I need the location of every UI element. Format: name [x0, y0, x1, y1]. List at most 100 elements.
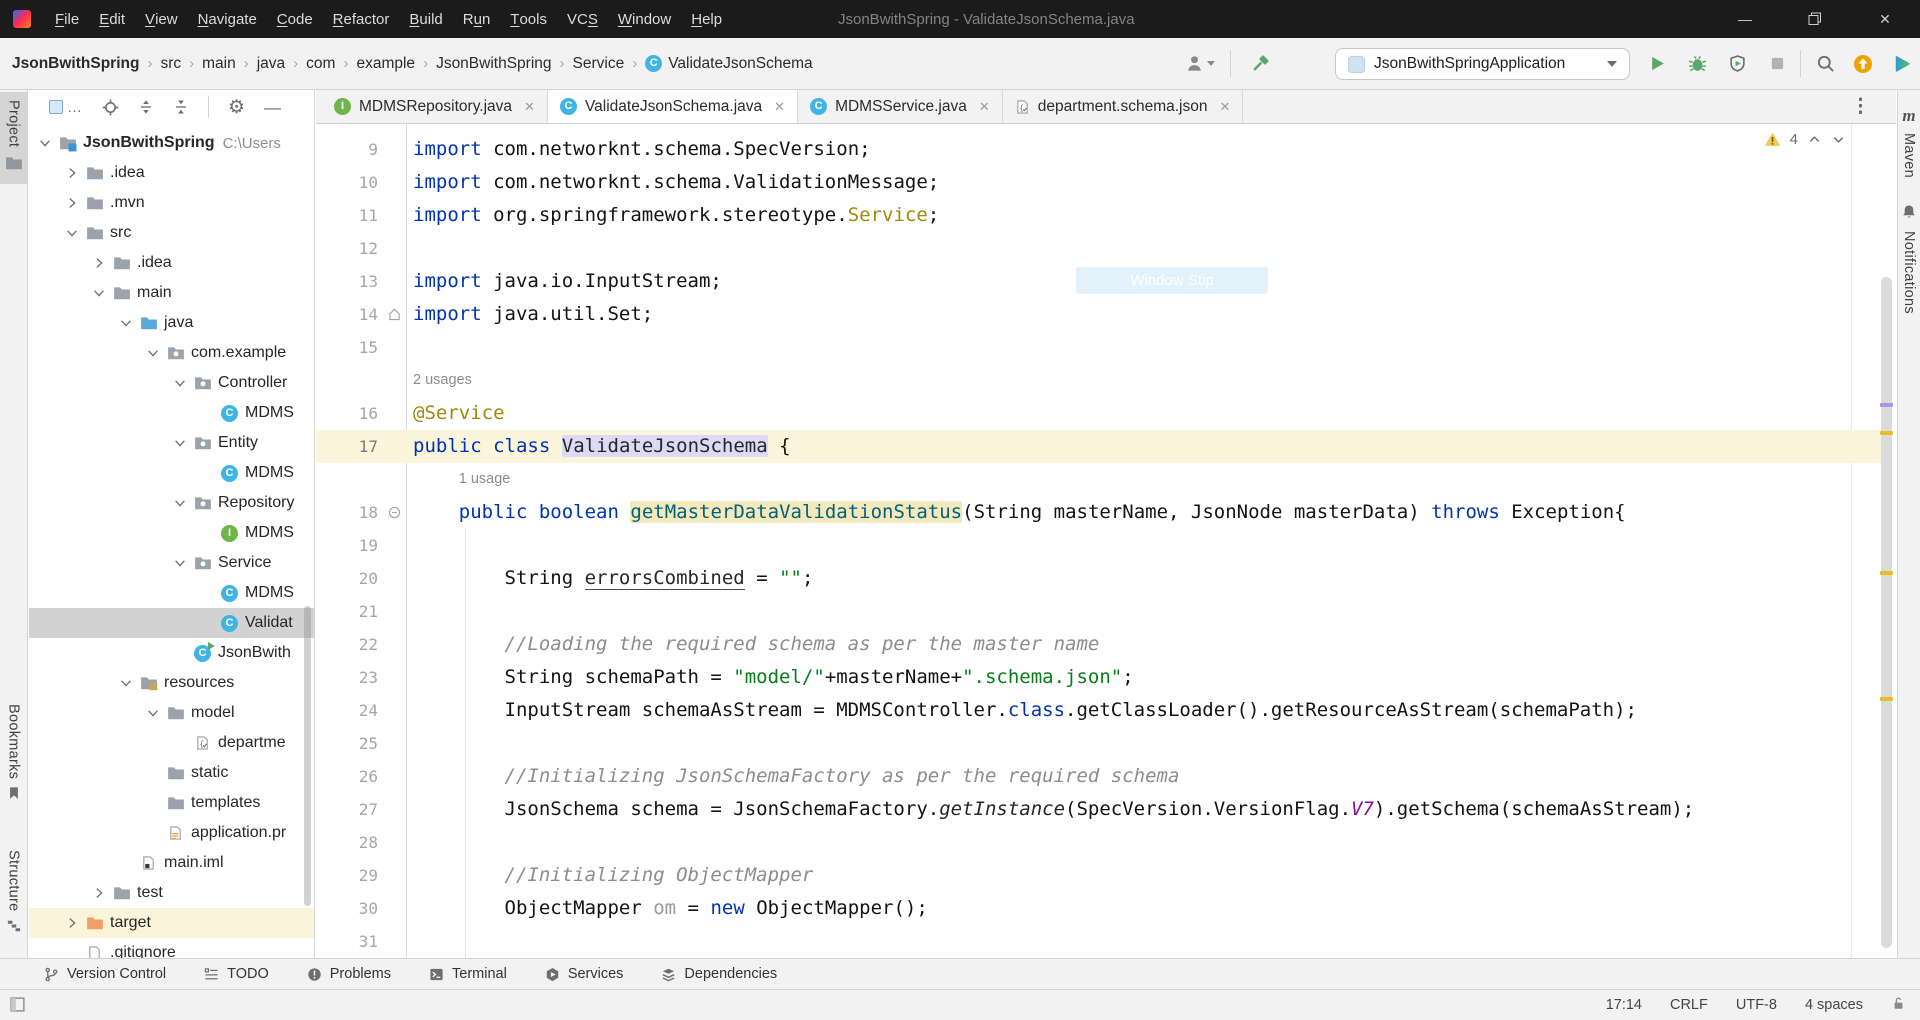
chevron-expanded-icon[interactable]	[172, 375, 188, 391]
gradient-play-icon[interactable]	[1884, 38, 1920, 89]
line-number[interactable]: 25	[316, 727, 378, 760]
tree-item-repository[interactable]: Repository	[29, 488, 314, 518]
menu-view[interactable]: View	[135, 0, 188, 38]
line-number[interactable]: 16	[316, 397, 378, 430]
tree-item-templates[interactable]: templates	[29, 788, 314, 818]
tool-window-terminal[interactable]: Terminal	[429, 966, 507, 982]
run-button[interactable]	[1638, 38, 1676, 89]
tree-item-jsonbwith[interactable]: CJsonBwith	[29, 638, 314, 668]
menu-file[interactable]: File	[45, 0, 89, 38]
stripe-tab-notifications[interactable]: Notifications	[1898, 196, 1920, 322]
code-editor[interactable]: 9import com.networknt.schema.SpecVersion…	[316, 124, 1896, 958]
breadcrumb-item[interactable]: src	[160, 55, 181, 73]
user-icon[interactable]	[1178, 38, 1222, 89]
tree-item-mdms[interactable]: IMDMS	[29, 518, 314, 548]
breadcrumb-item[interactable]: JsonBwithSpring	[12, 55, 139, 73]
indent-setting[interactable]: 4 spaces	[1805, 997, 1863, 1013]
tab-mdmsservice-java[interactable]: CMDMSService.java✕	[798, 90, 1003, 123]
scrollbar-mark[interactable]	[1880, 403, 1893, 407]
line-number[interactable]: 17	[316, 430, 378, 463]
code-line-20[interactable]: String errorsCombined = "";	[413, 562, 813, 595]
code-line-9[interactable]: import com.networknt.schema.SpecVersion;	[413, 133, 871, 166]
fold-marker-icon[interactable]	[386, 496, 402, 529]
scrollbar-thumb[interactable]	[1881, 277, 1892, 948]
tree-item-test[interactable]: test	[29, 878, 314, 908]
stop-button[interactable]	[1758, 38, 1796, 89]
tree-item--gitignore[interactable]: .gitignore	[29, 938, 314, 958]
breadcrumb-item[interactable]: CValidateJsonSchema	[645, 55, 812, 73]
menu-window[interactable]: Window	[608, 0, 681, 38]
search-icon[interactable]	[1806, 38, 1844, 89]
tree-item-src[interactable]: src	[29, 218, 314, 248]
tab-options-kebab-icon[interactable]: ⋮	[1851, 95, 1870, 118]
tab-department-schema-json[interactable]: {department.schema.json✕	[1003, 90, 1244, 123]
tree-item-application-pr[interactable]: application.pr	[29, 818, 314, 848]
code-line-30[interactable]: ObjectMapper om = new ObjectMapper();	[413, 892, 928, 925]
line-number[interactable]: 22	[316, 628, 378, 661]
code-line-14[interactable]: import java.util.Set;	[413, 298, 653, 331]
lock-open-icon[interactable]	[1891, 996, 1906, 1015]
breadcrumb-item[interactable]: example	[356, 55, 415, 73]
line-number[interactable]: 30	[316, 892, 378, 925]
chevron-expanded-icon[interactable]	[172, 495, 188, 511]
coverage-button[interactable]	[1718, 38, 1756, 89]
tree-item-resources[interactable]: resources	[29, 668, 314, 698]
code-line-22[interactable]: //Loading the required schema as per the…	[413, 628, 1099, 661]
tree-item-jsonbwithspring[interactable]: JsonBwithSpringC:\Users	[29, 128, 314, 158]
tree-scrollbar[interactable]	[304, 606, 311, 906]
breadcrumb-item[interactable]: java	[257, 55, 285, 73]
update-icon[interactable]	[1844, 38, 1882, 89]
gear-icon[interactable]: ⚙	[228, 98, 245, 117]
breadcrumb-item[interactable]: main	[202, 55, 236, 73]
locate-file-icon[interactable]	[102, 99, 119, 116]
stripe-tab-bookmarks[interactable]: Bookmarks	[0, 696, 27, 812]
tree-item-mdms[interactable]: CMDMS	[29, 458, 314, 488]
tree-item-main[interactable]: main	[29, 278, 314, 308]
line-number[interactable]: 24	[316, 694, 378, 727]
code-line-23[interactable]: String schemaPath = "model/"+masterName+…	[413, 661, 1134, 694]
code-line-13[interactable]: import java.io.InputStream;	[413, 265, 722, 298]
line-number[interactable]: 14	[316, 298, 378, 331]
tool-window-switcher-icon[interactable]	[9, 996, 26, 1017]
close-tab-icon[interactable]: ✕	[1220, 99, 1231, 115]
tool-window-todo[interactable]: TODO	[204, 966, 269, 982]
line-separator[interactable]: CRLF	[1670, 997, 1708, 1013]
line-number[interactable]: 28	[316, 826, 378, 859]
menu-refactor[interactable]: Refactor	[323, 0, 400, 38]
expand-all-icon[interactable]	[138, 99, 154, 115]
breadcrumb-item[interactable]: com	[306, 55, 335, 73]
debug-button[interactable]	[1678, 38, 1716, 89]
chevron-collapsed-icon[interactable]	[91, 885, 107, 901]
line-number[interactable]: 18	[316, 496, 378, 529]
code-line-26[interactable]: //Initializing JsonSchemaFactory as per …	[413, 760, 1179, 793]
tree-item-mdms[interactable]: CMDMS	[29, 578, 314, 608]
line-number[interactable]: 10	[316, 166, 378, 199]
menu-edit[interactable]: Edit	[89, 0, 135, 38]
line-number[interactable]: 12	[316, 232, 378, 265]
code-line-16[interactable]: @Service	[413, 397, 505, 430]
line-number[interactable]: 31	[316, 925, 378, 958]
chevron-expanded-icon[interactable]	[118, 315, 134, 331]
code-line-17[interactable]: public class ValidateJsonSchema {	[413, 430, 791, 463]
menu-run[interactable]: Run	[453, 0, 501, 38]
inspections-widget[interactable]: 4	[1764, 131, 1846, 148]
menu-tools[interactable]: Tools	[500, 0, 557, 38]
line-number[interactable]: 20	[316, 562, 378, 595]
chevron-expanded-icon[interactable]	[91, 285, 107, 301]
chevron-collapsed-icon[interactable]	[91, 255, 107, 271]
stripe-tab-project[interactable]: Project	[0, 92, 27, 184]
tree-item-com-example[interactable]: com.example	[29, 338, 314, 368]
hide-panel-icon[interactable]: —	[264, 99, 281, 116]
tree-item-validat[interactable]: CValidat	[29, 608, 314, 638]
scrollbar-mark[interactable]	[1880, 431, 1893, 435]
code-line-18[interactable]: public boolean getMasterDataValidationSt…	[413, 496, 1626, 529]
tool-window-services[interactable]: Services	[545, 966, 624, 982]
tree-item-entity[interactable]: Entity	[29, 428, 314, 458]
line-number[interactable]: 15	[316, 331, 378, 364]
close-tab-icon[interactable]: ✕	[774, 99, 785, 115]
close-tab-icon[interactable]: ✕	[979, 99, 990, 115]
chevron-expanded-icon[interactable]	[172, 435, 188, 451]
tool-window-version-control[interactable]: Version Control	[44, 966, 166, 982]
menu-navigate[interactable]: Navigate	[188, 0, 267, 38]
menu-vcs[interactable]: VCS	[557, 0, 608, 38]
